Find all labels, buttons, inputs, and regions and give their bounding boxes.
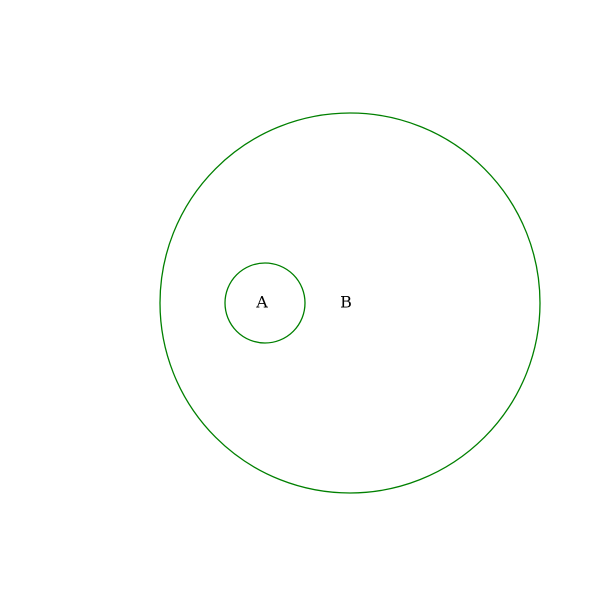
label-b: B <box>340 293 352 312</box>
label-a: A <box>255 293 268 312</box>
venn-diagram: A B <box>159 112 541 494</box>
